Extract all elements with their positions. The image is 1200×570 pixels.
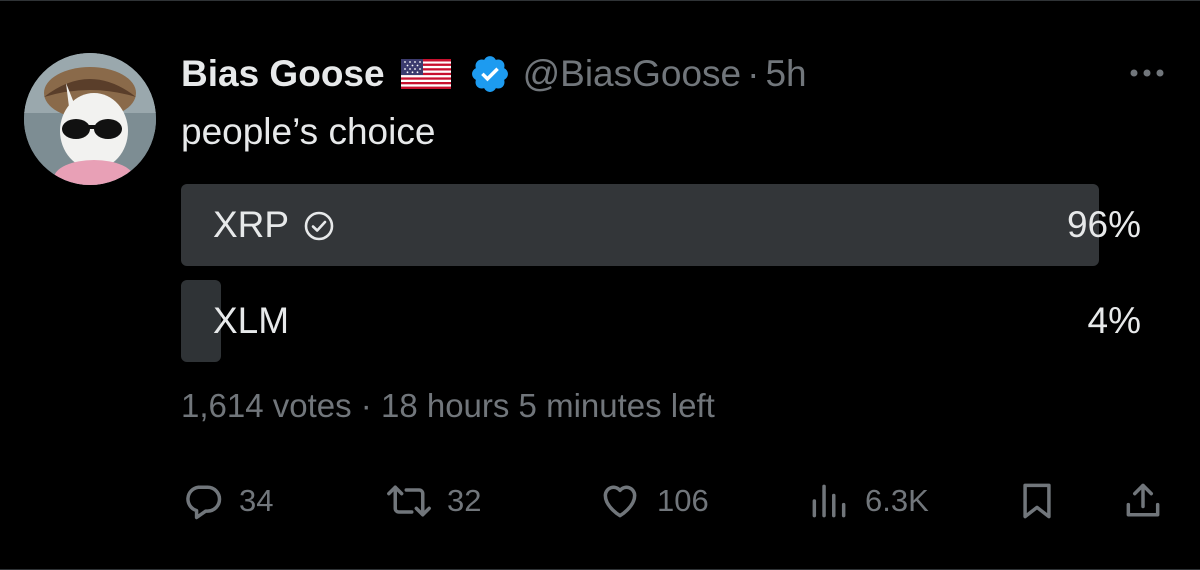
post-time[interactable]: 5h	[765, 53, 806, 95]
reply-count: 34	[239, 483, 274, 518]
poll-option-xrp[interactable]: XRP 96%	[181, 184, 1141, 266]
author-name[interactable]: Bias Goose	[181, 53, 385, 95]
poll-option-label: XLM	[213, 280, 289, 362]
repost-button[interactable]: 32	[385, 475, 481, 527]
poll-option-xlm[interactable]: XLM 4%	[181, 280, 1141, 362]
us-flag-icon	[400, 59, 451, 89]
reply-icon	[181, 479, 225, 523]
action-bar: 34 32 106 6.3K	[181, 475, 1171, 527]
like-count: 106	[657, 483, 709, 518]
verified-badge-icon[interactable]	[469, 53, 511, 95]
poll-option-percent: 96%	[1066, 204, 1141, 245]
poll-vote-count: 1,614 votes	[181, 387, 352, 424]
share-icon	[1121, 479, 1165, 523]
poll-option-text: XLM	[213, 300, 290, 341]
poll-meta: 1,614 votes · 18 hours 5 minutes left	[181, 387, 715, 425]
poll-time-left: 18 hours 5 minutes left	[380, 387, 715, 424]
views-button[interactable]: 6.3K	[807, 475, 929, 527]
bookmark-button[interactable]	[1015, 475, 1059, 527]
share-button[interactable]	[1121, 475, 1165, 527]
repost-icon	[385, 479, 433, 523]
tweet-text: people’s choice	[181, 111, 436, 152]
avatar[interactable]	[24, 53, 156, 185]
poll-option-text: XRP	[213, 204, 290, 245]
poll-option-percent: 4%	[1087, 300, 1141, 341]
repost-count: 32	[447, 483, 482, 518]
bookmark-icon	[1015, 479, 1059, 523]
like-button[interactable]: 106	[597, 475, 709, 527]
views-count: 6.3K	[865, 483, 929, 518]
tweet[interactable]: Bias Goose @BiasGoose · 5h people’s choi…	[0, 0, 1200, 570]
poll-option-label: XRP	[213, 184, 335, 266]
more-options-icon[interactable]	[1122, 55, 1172, 91]
header-separator: ·	[747, 53, 760, 94]
author-handle[interactable]: @BiasGoose	[523, 53, 742, 95]
heart-icon	[597, 479, 643, 523]
reply-button[interactable]: 34	[181, 475, 273, 527]
tweet-header: Bias Goose @BiasGoose · 5h	[181, 48, 807, 100]
check-circle-icon	[303, 209, 335, 241]
views-chart-icon	[807, 479, 851, 523]
poll-meta-separator: ·	[360, 387, 372, 424]
